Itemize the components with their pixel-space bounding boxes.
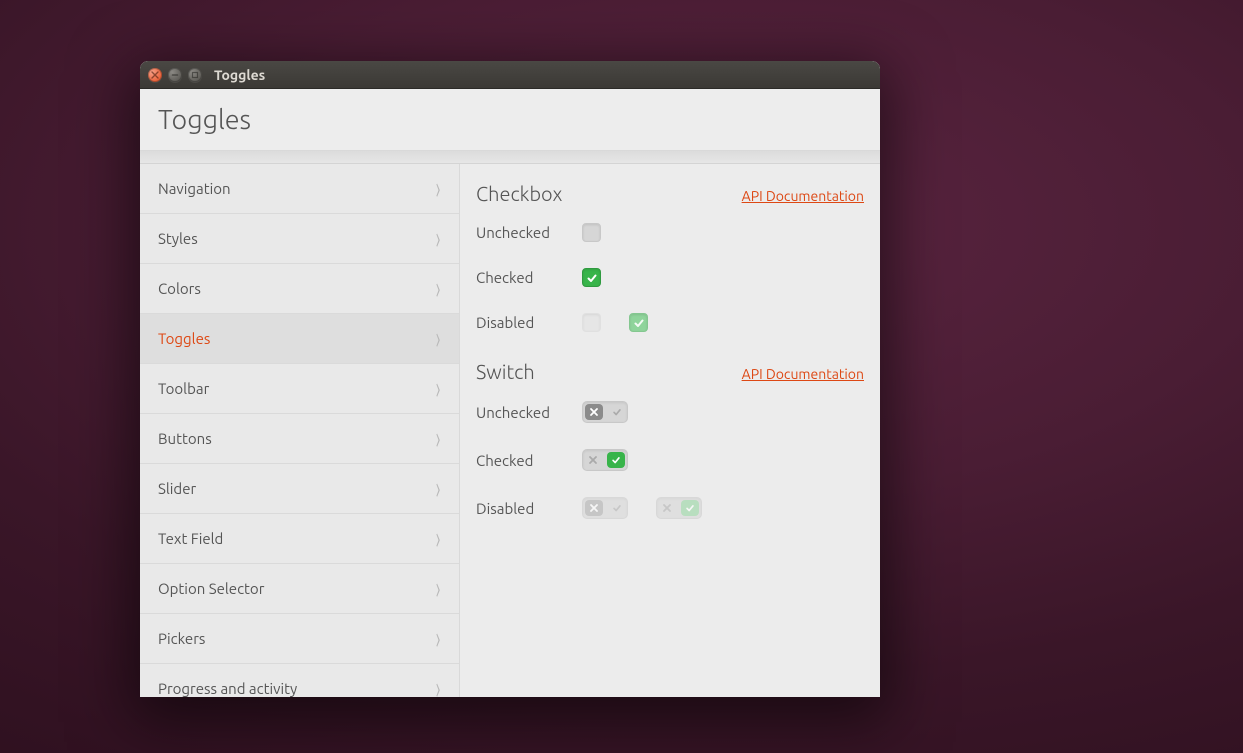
x-icon [662,499,672,517]
row-label: Disabled [476,500,554,517]
controls [582,268,601,287]
sidebar-item-styles[interactable]: Styles › [140,214,459,264]
api-documentation-link[interactable]: API Documentation [742,366,864,382]
sidebar-item-colors[interactable]: Colors › [140,264,459,314]
sidebar-item-label: Colors [158,280,201,297]
api-documentation-link[interactable]: API Documentation [742,188,864,204]
sidebar-item-label: Option Selector [158,580,264,597]
window-controls [148,68,202,82]
section-title: Checkbox [476,182,562,205]
switch-thumb-off [585,404,603,420]
content-pane: Checkbox API Documentation Unchecked Che… [460,164,880,697]
sidebar-item-progress-and-activity[interactable]: Progress and activity › [140,664,459,697]
check-icon [633,317,645,329]
sidebar-item-label: Toggles [158,330,210,347]
minimize-icon [171,71,179,79]
sidebar-item-pickers[interactable]: Pickers › [140,614,459,664]
sidebar-item-navigation[interactable]: Navigation › [140,164,459,214]
row-label: Unchecked [476,224,554,241]
switch-disabled-checked [656,497,702,519]
chevron-right-icon: › [436,173,441,204]
sidebar-item-label: Navigation [158,180,231,197]
sidebar-item-buttons[interactable]: Buttons › [140,414,459,464]
row-label: Checked [476,452,554,469]
checkbox-row-disabled: Disabled [476,313,864,332]
window-minimize-button[interactable] [168,68,182,82]
chevron-right-icon: › [436,223,441,254]
app-window: Toggles Toggles Navigation › Styles › Co… [140,61,880,697]
chevron-right-icon: › [436,423,441,454]
chevron-right-icon: › [436,373,441,404]
check-icon [612,403,622,421]
row-label: Disabled [476,314,554,331]
switch-checked[interactable] [582,449,628,471]
row-label: Unchecked [476,404,554,421]
x-icon [589,503,599,513]
checkbox-checked[interactable] [582,268,601,287]
close-icon [151,71,159,79]
sidebar-item-label: Buttons [158,430,212,447]
chevron-right-icon: › [436,523,441,554]
switch-row-checked: Checked [476,449,864,471]
window-maximize-button[interactable] [188,68,202,82]
section-header: Checkbox API Documentation [476,182,864,205]
main-body: Navigation › Styles › Colors › Toggles ›… [140,164,880,697]
header-separator [140,151,880,164]
page-header: Toggles [140,89,880,151]
x-icon [589,407,599,417]
controls [582,223,601,242]
window-close-button[interactable] [148,68,162,82]
chevron-right-icon: › [436,673,441,697]
chevron-right-icon: › [436,473,441,504]
check-icon [685,503,695,513]
sidebar[interactable]: Navigation › Styles › Colors › Toggles ›… [140,164,460,697]
maximize-icon [191,71,199,79]
controls [582,313,648,332]
switch-row-unchecked: Unchecked [476,401,864,423]
titlebar[interactable]: Toggles [140,61,880,89]
checkbox-disabled-unchecked [582,313,601,332]
sidebar-item-toggles[interactable]: Toggles › [140,314,459,364]
sidebar-item-label: Progress and activity [158,680,297,697]
checkbox-section: Checkbox API Documentation Unchecked Che… [476,182,864,332]
sidebar-item-label: Slider [158,480,196,497]
switch-section: Switch API Documentation Unchecked [476,360,864,519]
chevron-right-icon: › [436,273,441,304]
sidebar-item-toolbar[interactable]: Toolbar › [140,364,459,414]
controls [582,449,628,471]
checkbox-disabled-checked [629,313,648,332]
checkbox-row-checked: Checked [476,268,864,287]
switch-thumb-on [681,500,699,516]
checkbox-unchecked[interactable] [582,223,601,242]
sidebar-item-label: Text Field [158,530,223,547]
switch-thumb-on [607,452,625,468]
sidebar-item-text-field[interactable]: Text Field › [140,514,459,564]
check-icon [586,272,598,284]
section-header: Switch API Documentation [476,360,864,383]
sidebar-item-slider[interactable]: Slider › [140,464,459,514]
sidebar-item-label: Toolbar [158,380,209,397]
switch-disabled-unchecked [582,497,628,519]
switch-unchecked[interactable] [582,401,628,423]
check-icon [611,455,621,465]
sidebar-item-option-selector[interactable]: Option Selector › [140,564,459,614]
switch-row-disabled: Disabled [476,497,864,519]
switch-thumb-off [585,500,603,516]
controls [582,401,628,423]
row-label: Checked [476,269,554,286]
checkbox-row-unchecked: Unchecked [476,223,864,242]
chevron-right-icon: › [436,573,441,604]
section-title: Switch [476,360,535,383]
page-title: Toggles [158,105,251,135]
chevron-right-icon: › [436,323,441,354]
sidebar-item-label: Pickers [158,630,205,647]
chevron-right-icon: › [436,623,441,654]
check-icon [612,499,622,517]
sidebar-item-label: Styles [158,230,198,247]
controls [582,497,702,519]
x-icon [588,451,598,469]
window-title: Toggles [214,67,265,83]
